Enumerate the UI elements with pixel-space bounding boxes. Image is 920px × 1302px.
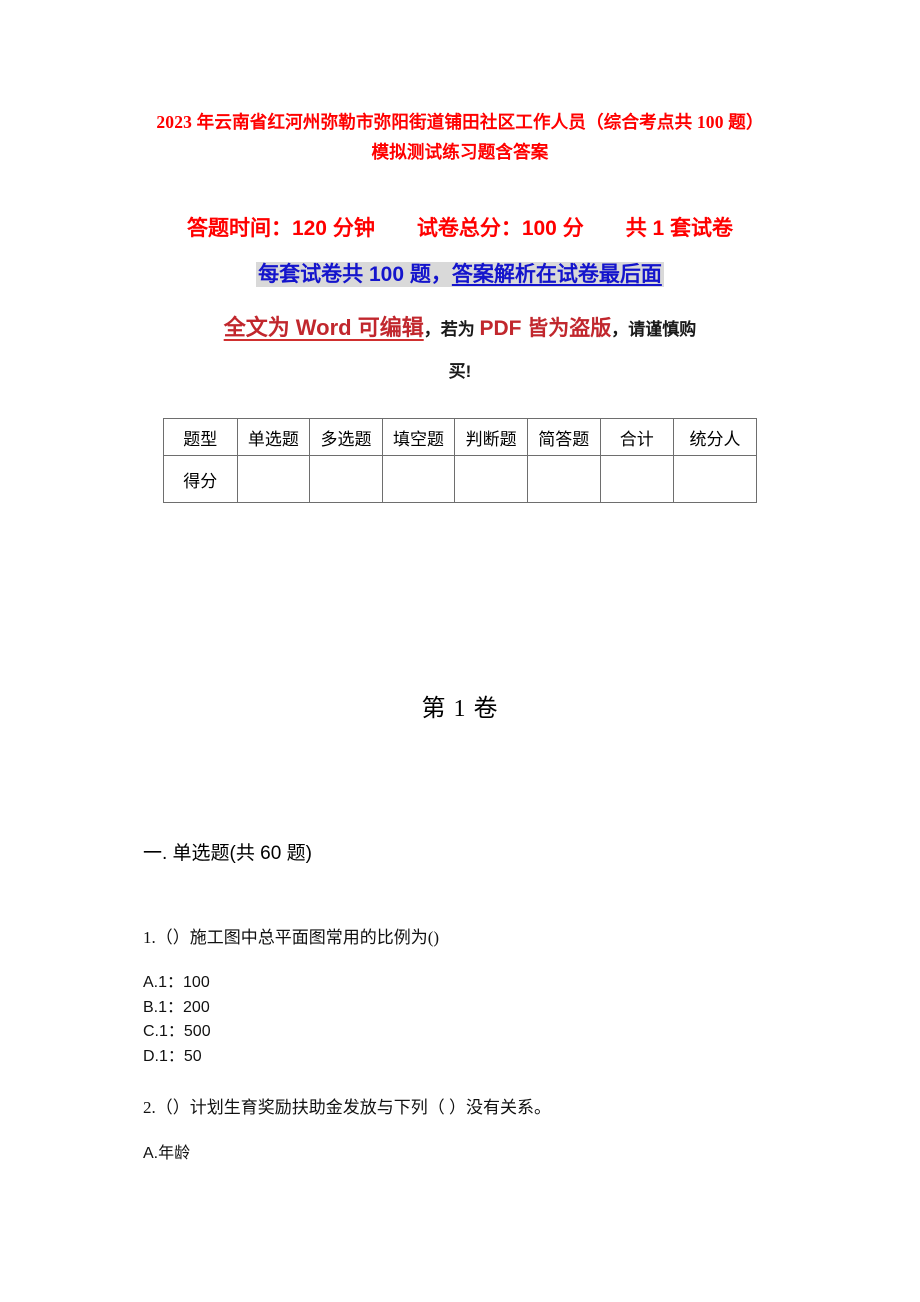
pdf-pirated-note: PDF 皆为盗版 (479, 317, 612, 340)
table-cell-header-0: 题型 (163, 418, 238, 456)
question-options: A.1：100 B.1：200 C.1：500 D.1：50 (143, 971, 803, 1069)
table-cell-header-7: 统分人 (673, 418, 757, 456)
section-heading-single-choice: 一. 单选题(共 60 题) (143, 843, 312, 864)
exam-info-line: 答题时间：120 分钟 试卷总分：100 分 共 1 套试卷 (186, 217, 734, 240)
piracy-warning: 全文为 Word 可编辑，若为 PDF 皆为盗版，请谨慎购买! (150, 308, 770, 392)
table-cell-header-4: 判断题 (454, 418, 528, 456)
table-cell-score-label: 得分 (163, 455, 238, 503)
table-row-score: 得分 (163, 455, 757, 503)
answer-location-prefix: 每套试卷共 100 题， (258, 263, 452, 286)
answer-location-note: 每套试卷共 100 题，答案解析在试卷最后面 (150, 259, 770, 291)
purchase-caution-note-tail: 买! (448, 362, 472, 381)
piracy-warning-connector: ，若为 (423, 320, 480, 339)
volume-heading: 第 1 卷 (421, 696, 499, 722)
table-cell-score-4[interactable] (454, 455, 528, 503)
table-cell-header-5: 简答题 (526, 418, 601, 456)
table-cell-score-6[interactable] (599, 455, 675, 503)
question-item: 1.（）施工图中总平面图常用的比例为() A.1：100 B.1：200 C.1… (143, 925, 803, 1069)
purchase-caution-note: ，请谨慎购 (611, 320, 697, 339)
table-cell-header-1: 单选题 (236, 418, 311, 456)
table-cell-header-3: 填空题 (381, 418, 456, 456)
option-d[interactable]: D.1：50 (143, 1045, 803, 1070)
document-page: 2023 年云南省红河州弥勒市弥阳街道铺田社区工作人员（综合考点共 100 题）… (0, 0, 920, 1302)
table-cell-score-1[interactable] (236, 455, 311, 503)
option-c[interactable]: C.1：500 (143, 1020, 803, 1045)
table-cell-score-3[interactable] (381, 455, 456, 503)
table-cell-header-2: 多选题 (309, 418, 383, 456)
question-stem: 1.（）施工图中总平面图常用的比例为() (143, 928, 440, 947)
document-title: 2023 年云南省红河州弥勒市弥阳街道铺田社区工作人员（综合考点共 100 题）… (156, 112, 764, 162)
answer-location-underlined: 答案解析在试卷最后面 (451, 263, 662, 286)
question-stem: 2.（）计划生育奖励扶助金发放与下列（ ）没有关系。 (143, 1098, 551, 1117)
answer-location-highlight: 每套试卷共 100 题，答案解析在试卷最后面 (256, 262, 664, 287)
table-cell-score-5[interactable] (526, 455, 601, 503)
question-options: A.年龄 (143, 1142, 803, 1167)
table-row-header: 题型 单选题 多选题 填空题 判断题 简答题 合计 统分人 (163, 418, 757, 456)
option-a[interactable]: A.年龄 (143, 1142, 803, 1167)
word-editable-note: 全文为 Word 可编辑 (223, 315, 424, 340)
table-cell-score-2[interactable] (309, 455, 383, 503)
score-table: 题型 单选题 多选题 填空题 判断题 简答题 合计 统分人 得分 (163, 418, 757, 503)
option-b[interactable]: B.1：200 (143, 996, 803, 1021)
table-cell-score-7[interactable] (673, 455, 757, 503)
option-a[interactable]: A.1：100 (143, 971, 803, 996)
score-table-container: 题型 单选题 多选题 填空题 判断题 简答题 合计 统分人 得分 (163, 418, 757, 503)
table-cell-header-6: 合计 (599, 418, 675, 456)
question-item: 2.（）计划生育奖励扶助金发放与下列（ ）没有关系。 A.年龄 (143, 1095, 803, 1167)
